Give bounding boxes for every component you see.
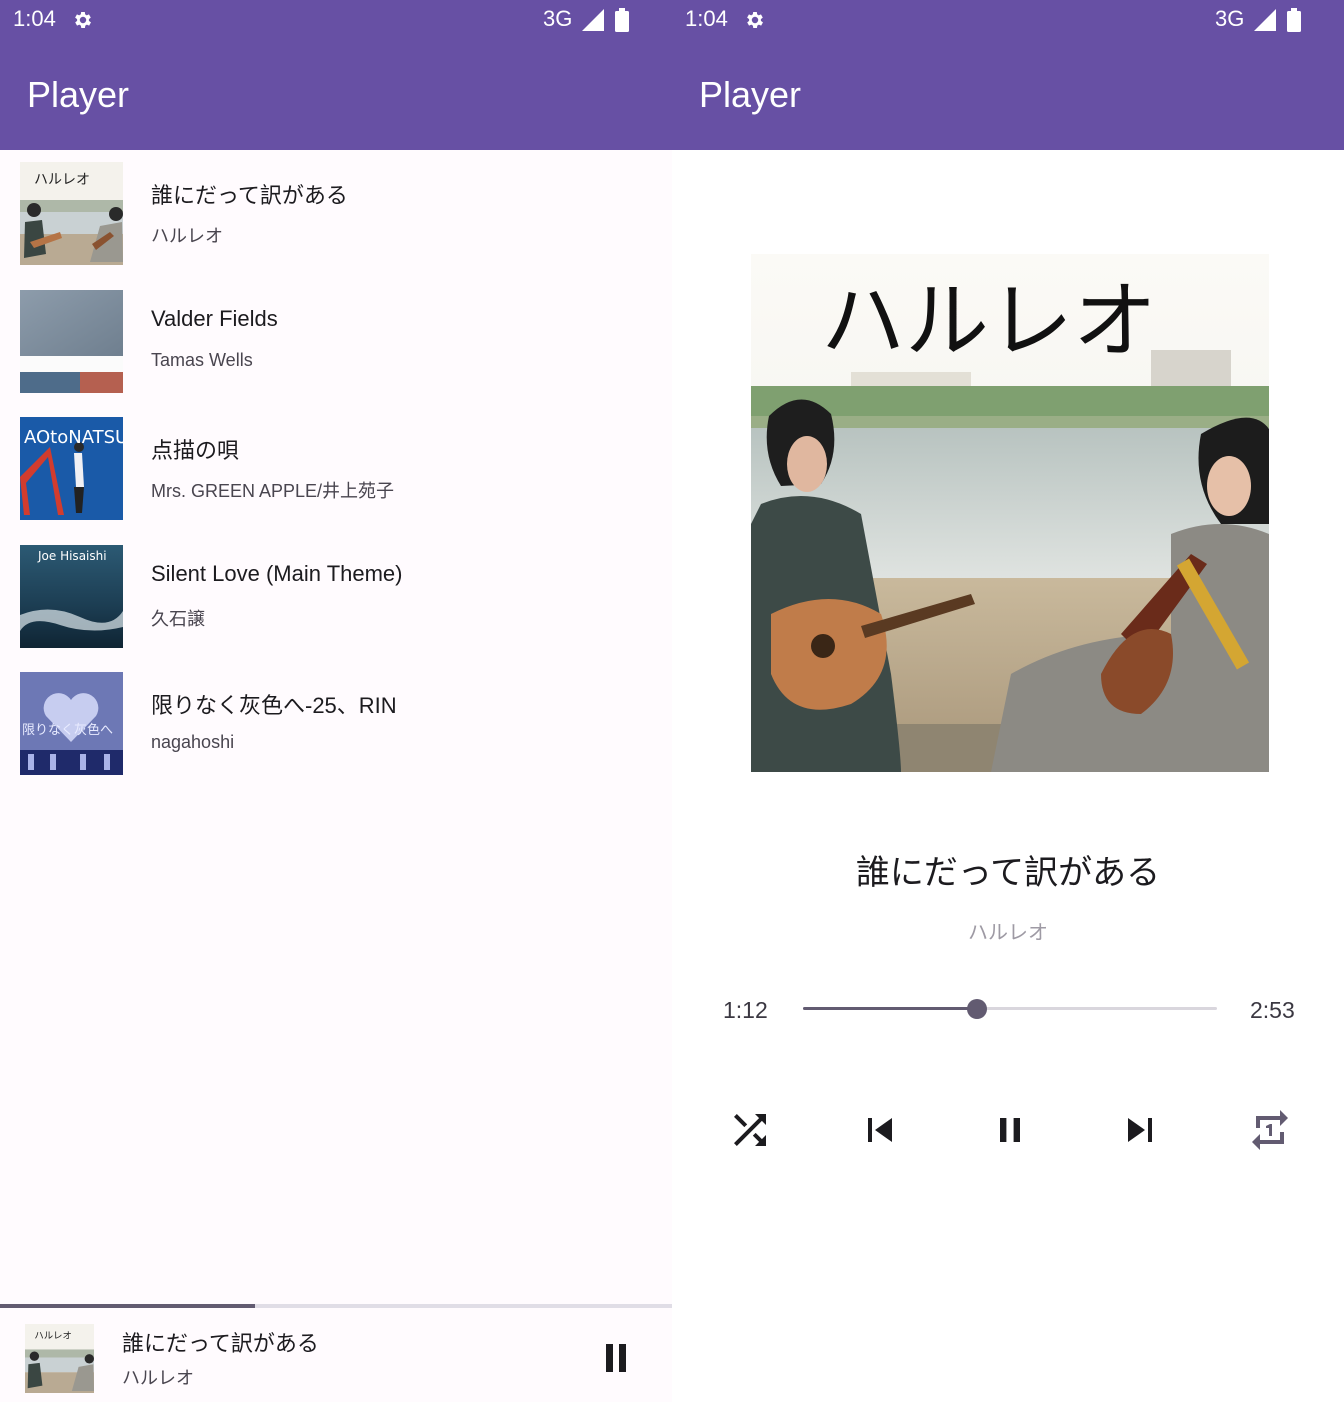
album-art-text: ハルレオ [821,272,1157,370]
now-playing-artist: ハルレオ [968,922,1048,944]
signal-icon [1254,9,1276,31]
repeat-one-button[interactable] [1246,1106,1294,1154]
app-title: Player [27,74,130,115]
status-time: 1:04 [685,6,728,31]
list-item[interactable]: 限りなく灰色へ 限りなく灰色へ-25、RIN nagahoshi [0,660,672,775]
song-artist: Tamas Wells [151,350,253,370]
gear-icon [747,12,763,28]
song-artist: Mrs. GREEN APPLE/井上苑子 [151,481,395,501]
album-art-large: ハルレオ [751,254,1269,772]
song-artist: nagahoshi [151,732,235,752]
status-time: 1:04 [13,6,56,31]
pause-icon [1000,1118,1020,1142]
song-artist: 久石譲 [151,609,205,629]
network-type: 3G [543,6,573,31]
album-art [20,290,123,393]
total-time: 2:53 [1250,997,1295,1023]
now-playing-screen: 1:04 3G Player ハルレオ 誰にだって訳がある ハルレオ 1:12 … [672,0,1344,1402]
repeat-one-icon [1252,1110,1288,1150]
song-title: Silent Love (Main Theme) [151,561,403,586]
song-title: 限りなく灰色へ-25、RIN [151,693,397,718]
shuffle-button[interactable] [726,1106,774,1154]
album-art: AOtoNATSU [20,417,123,520]
app-title: Player [699,74,802,115]
seek-fill [803,1007,977,1010]
signal-icon [582,9,604,31]
network-type: 3G [1215,6,1245,31]
seek-track [803,1007,1217,1010]
mini-player-artist: ハルレオ [122,1368,194,1388]
pause-icon[interactable] [598,1340,634,1376]
list-item[interactable]: AOtoNATSU 点描の唄 Mrs. GREEN APPLE/井上苑子 [0,405,672,520]
skip-previous-icon [868,1118,892,1142]
mini-player-title: 誰にだって訳がある [122,1331,319,1356]
album-art: 限りなく灰色へ [20,672,123,775]
mini-album-art: ハルレオ [25,1324,94,1393]
seek-slider[interactable] [803,999,1217,1020]
album-art-text: Joe Hisaishi [37,549,107,563]
list-item[interactable]: ハルレオ 誰にだって訳がある ハルレオ [0,150,672,265]
seek-thumb[interactable] [966,999,987,1019]
status-bar: 1:04 3G [672,0,1344,40]
battery-icon [615,8,629,32]
song-artist: ハルレオ [151,226,223,246]
list-item[interactable]: Joe Hisaishi Silent Love (Main Theme) 久石… [0,533,672,648]
top-app-bar: Player [672,40,1344,150]
pause-button[interactable] [986,1106,1034,1154]
list-item[interactable]: Valder Fields Tamas Wells [0,278,672,393]
status-bar: 1:04 3G [0,0,672,40]
shuffle-icon [734,1114,766,1146]
gear-icon [75,12,91,28]
song-title: Valder Fields [151,306,278,331]
elapsed-time: 1:12 [723,997,768,1023]
mini-album-art-text: ハルレオ [34,1331,71,1342]
song-title: 点描の唄 [151,438,240,463]
now-playing-title: 誰にだって訳がある [855,854,1161,892]
song-title: 誰にだって訳がある [151,183,348,208]
next-button[interactable] [1116,1106,1164,1154]
album-art-text: 限りなく灰色へ [22,722,113,738]
album-art: Joe Hisaishi [20,545,123,648]
previous-button[interactable] [856,1106,904,1154]
battery-icon [1287,8,1301,32]
song-list-screen: 1:04 3G Player ハルレオ 誰にだって訳がある ハルレオ Valde… [0,0,672,1402]
album-art-text: AOtoNATSU [24,427,123,448]
album-art-text: ハルレオ [34,172,90,188]
album-art: ハルレオ [20,162,123,265]
top-app-bar: Player [0,40,672,150]
skip-next-icon [1128,1118,1152,1142]
mini-player[interactable]: ハルレオ 誰にだって訳がある ハルレオ [0,1308,672,1402]
